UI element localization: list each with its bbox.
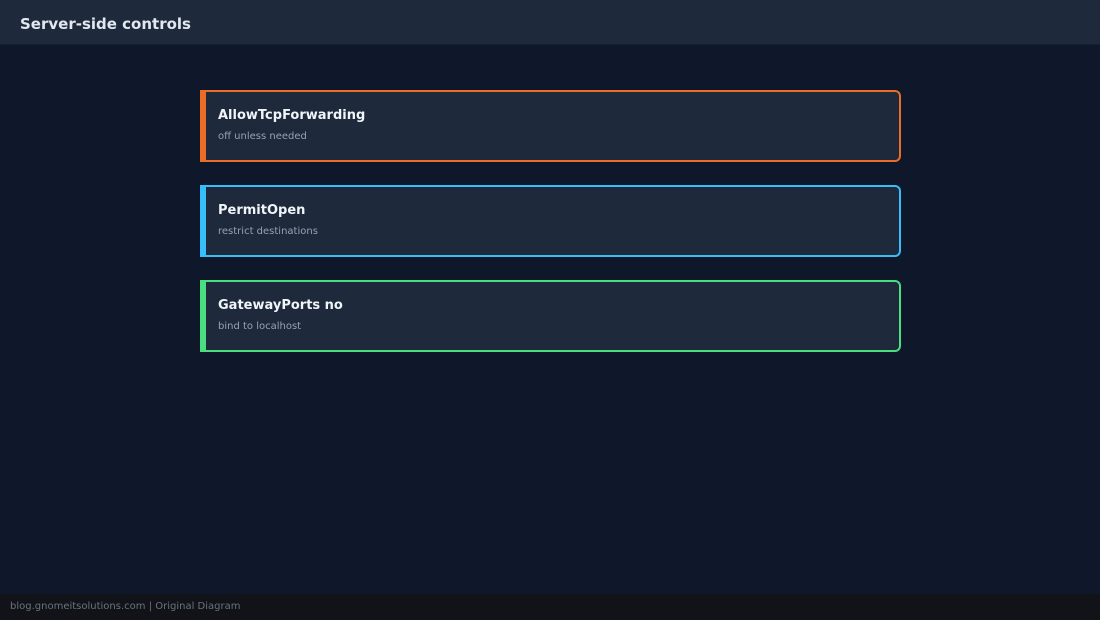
control-card-title: PermitOpen	[218, 203, 306, 218]
control-card-description: off unless needed	[218, 131, 307, 142]
control-card-title: GatewayPorts no	[218, 298, 343, 313]
control-card-description: bind to localhost	[218, 321, 302, 332]
control-card-permitopen: PermitOpen restrict destinations	[200, 185, 901, 257]
control-card-title: AllowTcpForwarding	[218, 108, 366, 123]
page-title: Server-side controls	[20, 15, 191, 33]
control-card-allowtcpforwarding: AllowTcpForwarding off unless needed	[200, 90, 901, 162]
footer-bar: blog.gnomeitsolutions.com | Original Dia…	[0, 594, 1100, 620]
control-card-gatewayports: GatewayPorts no bind to localhost	[200, 280, 901, 352]
control-card-description: restrict destinations	[218, 226, 318, 237]
footer-credit: blog.gnomeitsolutions.com | Original Dia…	[10, 601, 241, 612]
controls-list: AllowTcpForwarding off unless needed Per…	[200, 90, 901, 375]
header-bar: Server-side controls	[0, 0, 1100, 45]
